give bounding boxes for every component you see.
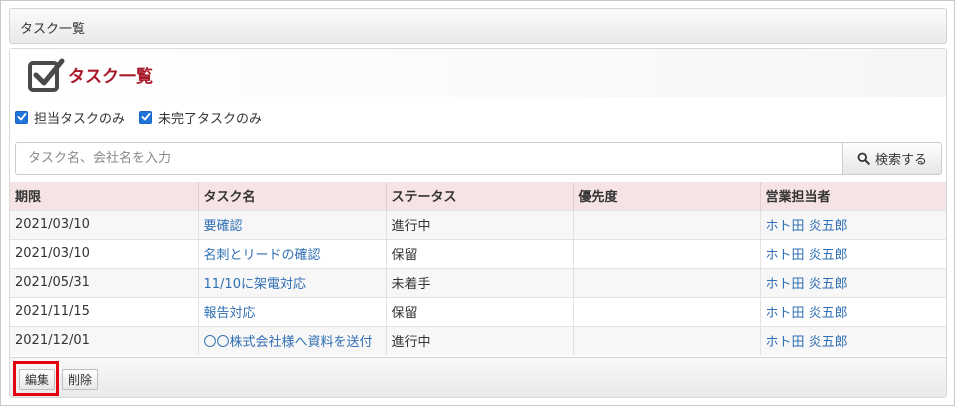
edit-button[interactable]: 編集 — [19, 369, 56, 390]
cell-priority — [573, 267, 761, 297]
column-header-priority[interactable]: 優先度 — [573, 182, 761, 210]
task-panel: タスク一覧 担当タスクのみ 未完了タスクのみ タスク名、会社名を入力 検索する … — [9, 48, 947, 398]
cell-status: 保留 — [386, 238, 574, 268]
column-header-owner[interactable]: 営業担当者 — [760, 182, 946, 210]
cell-priority — [573, 238, 761, 268]
cell-status: 進行中 — [386, 325, 574, 355]
owner-link[interactable]: ホト田 炎五郎 — [766, 277, 848, 292]
cell-task: 報告対応 — [198, 296, 387, 326]
cell-task: 要確認 — [198, 209, 387, 239]
table-header-row: 期限 タスク名 ステータス 優先度 営業担当者 — [10, 182, 946, 210]
cell-task: 〇〇株式会社様へ資料を送付 — [198, 325, 387, 355]
task-link[interactable]: 報告対応 — [204, 306, 256, 321]
owner-link[interactable]: ホト田 炎五郎 — [766, 219, 848, 234]
task-link[interactable]: 11/10に架電対応 — [204, 277, 306, 292]
search-icon — [857, 152, 870, 165]
cell-due: 2021/03/10 — [10, 238, 199, 268]
cell-due: 2021/11/15 — [10, 296, 199, 326]
cell-owner: ホト田 炎五郎 — [760, 238, 946, 268]
cell-priority — [573, 325, 761, 355]
action-footer: 編集 削除 — [10, 357, 946, 397]
checkmark-icon — [17, 113, 26, 121]
cell-owner: ホト田 炎五郎 — [760, 267, 946, 297]
search-button-label: 検索する — [874, 153, 927, 168]
cell-task: 名刺とリードの確認 — [198, 238, 387, 268]
cell-owner: ホト田 炎五郎 — [760, 296, 946, 326]
checkmark-icon — [141, 113, 150, 121]
filter-my-tasks[interactable]: 担当タスクのみ — [15, 108, 125, 127]
cell-due: 2021/05/31 — [10, 267, 199, 297]
filter-my-tasks-checkbox[interactable] — [15, 110, 28, 124]
panel-title-row: タスク一覧 — [10, 49, 946, 97]
filter-incomplete-label: 未完了タスクのみ — [158, 111, 263, 127]
delete-button[interactable]: 削除 — [62, 369, 99, 390]
panel-title: タスク一覧 — [68, 67, 153, 87]
task-link[interactable]: 〇〇株式会社様へ資料を送付 — [204, 335, 373, 350]
task-link[interactable]: 要確認 — [204, 219, 243, 234]
search-button[interactable]: 検索する — [842, 142, 942, 175]
cell-due: 2021/12/01 — [10, 325, 199, 355]
table-row: 2021/05/31 11/10に架電対応 未着手 ホト田 炎五郎 — [10, 267, 946, 297]
owner-link[interactable]: ホト田 炎五郎 — [766, 248, 848, 263]
cell-priority — [573, 296, 761, 326]
cell-due: 2021/03/10 — [10, 209, 199, 239]
cell-status: 進行中 — [386, 209, 574, 239]
cell-owner: ホト田 炎五郎 — [760, 209, 946, 239]
column-header-status[interactable]: ステータス — [386, 182, 574, 210]
table-row: 2021/03/10 名刺とリードの確認 保留 ホト田 炎五郎 — [10, 238, 946, 268]
table-row: 2021/11/15 報告対応 保留 ホト田 炎五郎 — [10, 296, 946, 326]
page-header-title: タスク一覧 — [20, 22, 86, 37]
owner-link[interactable]: ホト田 炎五郎 — [766, 335, 848, 350]
cell-status: 未着手 — [386, 267, 574, 297]
cell-priority — [573, 209, 761, 239]
owner-link[interactable]: ホト田 炎五郎 — [766, 306, 848, 321]
table-row: 2021/03/10 要確認 進行中 ホト田 炎五郎 — [10, 209, 946, 239]
cell-owner: ホト田 炎五郎 — [760, 325, 946, 355]
filter-group: 担当タスクのみ 未完了タスクのみ — [15, 107, 276, 127]
filter-incomplete[interactable]: 未完了タスクのみ — [139, 108, 262, 127]
filter-incomplete-checkbox[interactable] — [139, 110, 153, 124]
cell-status: 保留 — [386, 296, 574, 326]
search-input[interactable] — [15, 142, 842, 175]
checkbox-check-icon — [28, 58, 65, 92]
cell-task: 11/10に架電対応 — [198, 267, 387, 297]
task-link[interactable]: 名刺とリードの確認 — [204, 248, 321, 263]
page-header: タスク一覧 — [9, 8, 947, 44]
filter-my-tasks-label: 担当タスクのみ — [34, 111, 126, 127]
column-header-due[interactable]: 期限 — [10, 182, 199, 210]
app-frame: タスク一覧 タスク一覧 担当タスクのみ 未完了タスクのみ タスク名、会社名を入力… — [0, 0, 955, 406]
table-row: 2021/12/01 〇〇株式会社様へ資料を送付 進行中 ホト田 炎五郎 — [10, 325, 946, 355]
search-bar: 検索する — [15, 142, 942, 175]
task-table: 期限 タスク名 ステータス 優先度 営業担当者 2021/03/10 要確認 進… — [10, 182, 946, 355]
column-header-task[interactable]: タスク名 — [198, 182, 387, 210]
